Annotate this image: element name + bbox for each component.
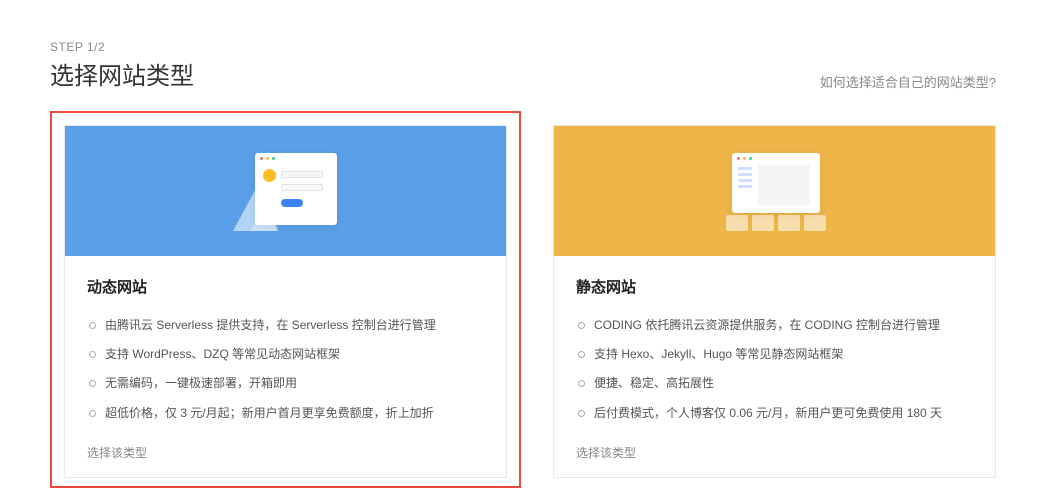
page-title: 选择网站类型 bbox=[50, 56, 194, 91]
list-item: 便捷、稳定、高拓展性 bbox=[576, 369, 973, 398]
card-hero-illustration bbox=[65, 126, 506, 256]
select-type-button[interactable]: 选择该类型 bbox=[87, 444, 484, 461]
help-link[interactable]: 如何选择适合自己的网站类型? bbox=[820, 72, 996, 91]
list-item: 无需编码，一键极速部署，开箱即用 bbox=[87, 369, 484, 398]
list-item: 由腾讯云 Serverless 提供支持，在 Serverless 控制台进行管… bbox=[87, 311, 484, 340]
step-indicator: STEP 1/2 bbox=[50, 40, 194, 54]
list-item: 支持 WordPress、DZQ 等常见动态网站框架 bbox=[87, 340, 484, 369]
card-title: 静态网站 bbox=[576, 276, 973, 297]
feature-list: 由腾讯云 Serverless 提供支持，在 Serverless 控制台进行管… bbox=[87, 311, 484, 428]
card-hero-illustration bbox=[554, 126, 995, 256]
select-type-button[interactable]: 选择该类型 bbox=[576, 444, 973, 461]
card-container: 动态网站 由腾讯云 Serverless 提供支持，在 Serverless 控… bbox=[50, 111, 996, 488]
feature-list: CODING 依托腾讯云资源提供服务，在 CODING 控制台进行管理 支持 H… bbox=[576, 311, 973, 428]
list-item: 后付费模式，个人博客仅 0.06 元/月，新用户更可免费使用 180 天 bbox=[576, 399, 973, 428]
list-item: 支持 Hexo、Jekyll、Hugo 等常见静态网站框架 bbox=[576, 340, 973, 369]
website-type-card-dynamic[interactable]: 动态网站 由腾讯云 Serverless 提供支持，在 Serverless 控… bbox=[50, 111, 521, 488]
list-item: CODING 依托腾讯云资源提供服务，在 CODING 控制台进行管理 bbox=[576, 311, 973, 340]
card-title: 动态网站 bbox=[87, 276, 484, 297]
list-item: 超低价格，仅 3 元/月起；新用户首月更享免费额度，折上加折 bbox=[87, 399, 484, 428]
website-type-card-static[interactable]: 静态网站 CODING 依托腾讯云资源提供服务，在 CODING 控制台进行管理… bbox=[553, 111, 996, 488]
